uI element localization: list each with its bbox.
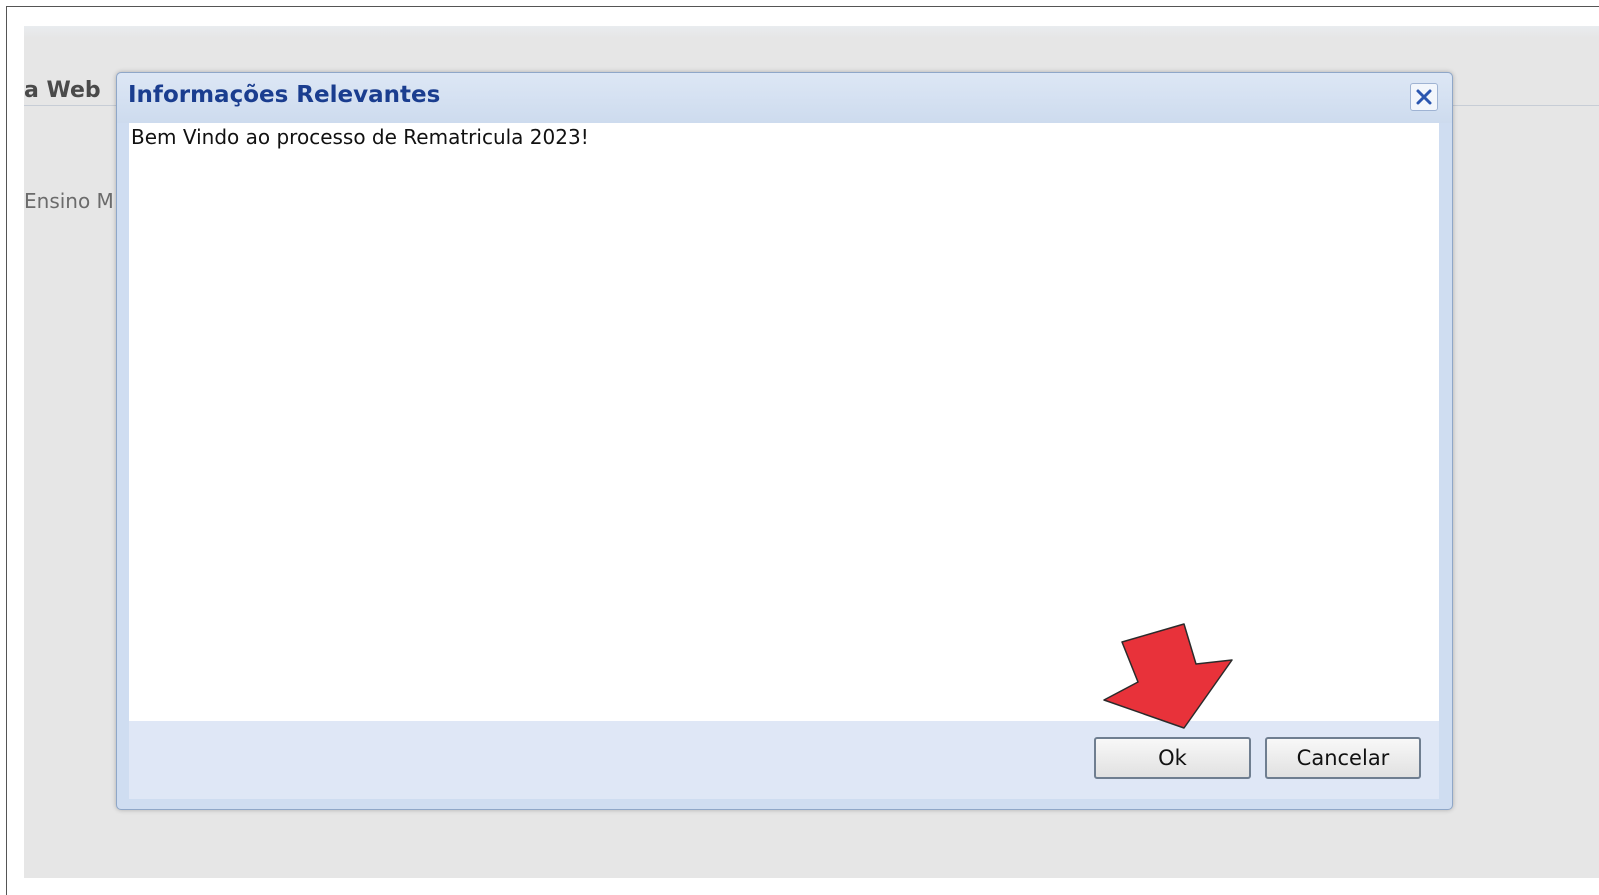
page-top-band [24,26,1599,38]
dialog-body: Bem Vindo ao processo de Rematricula 202… [129,123,1439,721]
close-button[interactable] [1410,83,1438,111]
welcome-message: Bem Vindo ao processo de Rematricula 202… [131,125,589,149]
background-page-subtitle: Ensino M [24,189,114,213]
relevant-info-dialog: Informações Relevantes Bem Vindo ao proc… [116,72,1453,810]
close-icon [1416,89,1432,105]
background-page-title: a Web [24,78,101,103]
cancel-button[interactable]: Cancelar [1265,737,1421,779]
ok-button[interactable]: Ok [1094,737,1251,779]
dialog-title: Informações Relevantes [128,82,441,108]
dialog-header: Informações Relevantes [117,73,1452,123]
dialog-footer: Ok Cancelar [129,721,1439,799]
